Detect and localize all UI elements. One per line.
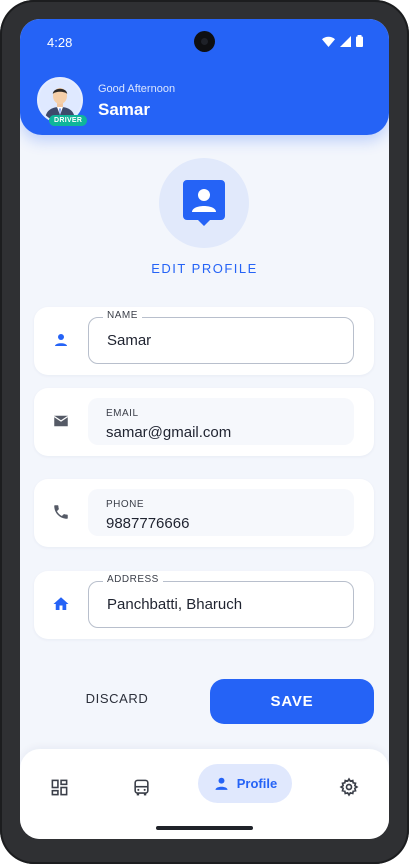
email-label: EMAIL <box>106 408 139 419</box>
bottom-navigation: Profile <box>20 749 389 839</box>
email-field[interactable]: EMAIL samar@gmail.com <box>88 398 354 445</box>
home-indicator[interactable] <box>156 826 253 830</box>
signal-icon <box>340 35 351 47</box>
wifi-icon <box>322 36 335 47</box>
mail-icon <box>53 415 69 427</box>
phone-value: 9887776666 <box>106 515 190 532</box>
edit-profile-avatar[interactable] <box>159 158 249 248</box>
dashboard-icon <box>51 779 67 795</box>
status-time: 4:28 <box>47 35 73 50</box>
name-label: NAME <box>103 310 142 321</box>
email-card: EMAIL samar@gmail.com <box>34 388 374 456</box>
avatar[interactable]: DRIVER <box>37 77 88 126</box>
nav-profile-label: Profile <box>236 776 278 791</box>
nav-settings[interactable] <box>338 773 360 801</box>
discard-button[interactable]: DISCARD <box>64 691 170 715</box>
bus-icon <box>133 779 149 795</box>
edit-profile-label[interactable]: EDIT PROFILE <box>20 261 389 276</box>
person-icon <box>215 777 228 790</box>
profile-header: 4:28 DRIVER Good Afternoon Samar <box>20 19 389 135</box>
contact-card-icon <box>183 180 225 226</box>
name-value: Samar <box>107 332 152 349</box>
status-icons <box>322 35 363 47</box>
home-icon <box>53 597 69 610</box>
save-button[interactable]: SAVE <box>210 679 374 724</box>
address-field[interactable]: ADDRESS Panchbatti, Bharuch <box>88 574 354 628</box>
phone-label: PHONE <box>106 499 145 510</box>
phone-frame: 4:28 DRIVER Good Afternoon Samar EDIT PR… <box>0 0 409 864</box>
battery-icon <box>356 35 363 47</box>
phone-field[interactable]: PHONE 9887776666 <box>88 489 354 536</box>
phone-icon <box>54 505 68 519</box>
app-screen: 4:28 DRIVER Good Afternoon Samar EDIT PR… <box>20 19 389 839</box>
person-icon <box>55 334 67 346</box>
gear-icon <box>339 777 359 797</box>
name-card: NAME Samar <box>34 307 374 375</box>
address-card: ADDRESS Panchbatti, Bharuch <box>34 571 374 639</box>
address-value: Panchbatti, Bharuch <box>107 596 243 613</box>
email-value: samar@gmail.com <box>106 424 232 441</box>
greeting-text: Good Afternoon <box>98 83 176 95</box>
front-camera <box>194 31 215 52</box>
name-field[interactable]: NAME Samar <box>88 310 354 364</box>
address-label: ADDRESS <box>103 574 163 585</box>
driver-badge: DRIVER <box>49 115 88 126</box>
nav-bus[interactable] <box>130 773 152 801</box>
phone-card: PHONE 9887776666 <box>34 479 374 547</box>
username: Samar <box>98 100 150 119</box>
nav-profile[interactable]: Profile <box>198 764 292 803</box>
nav-dashboard[interactable] <box>48 773 70 801</box>
